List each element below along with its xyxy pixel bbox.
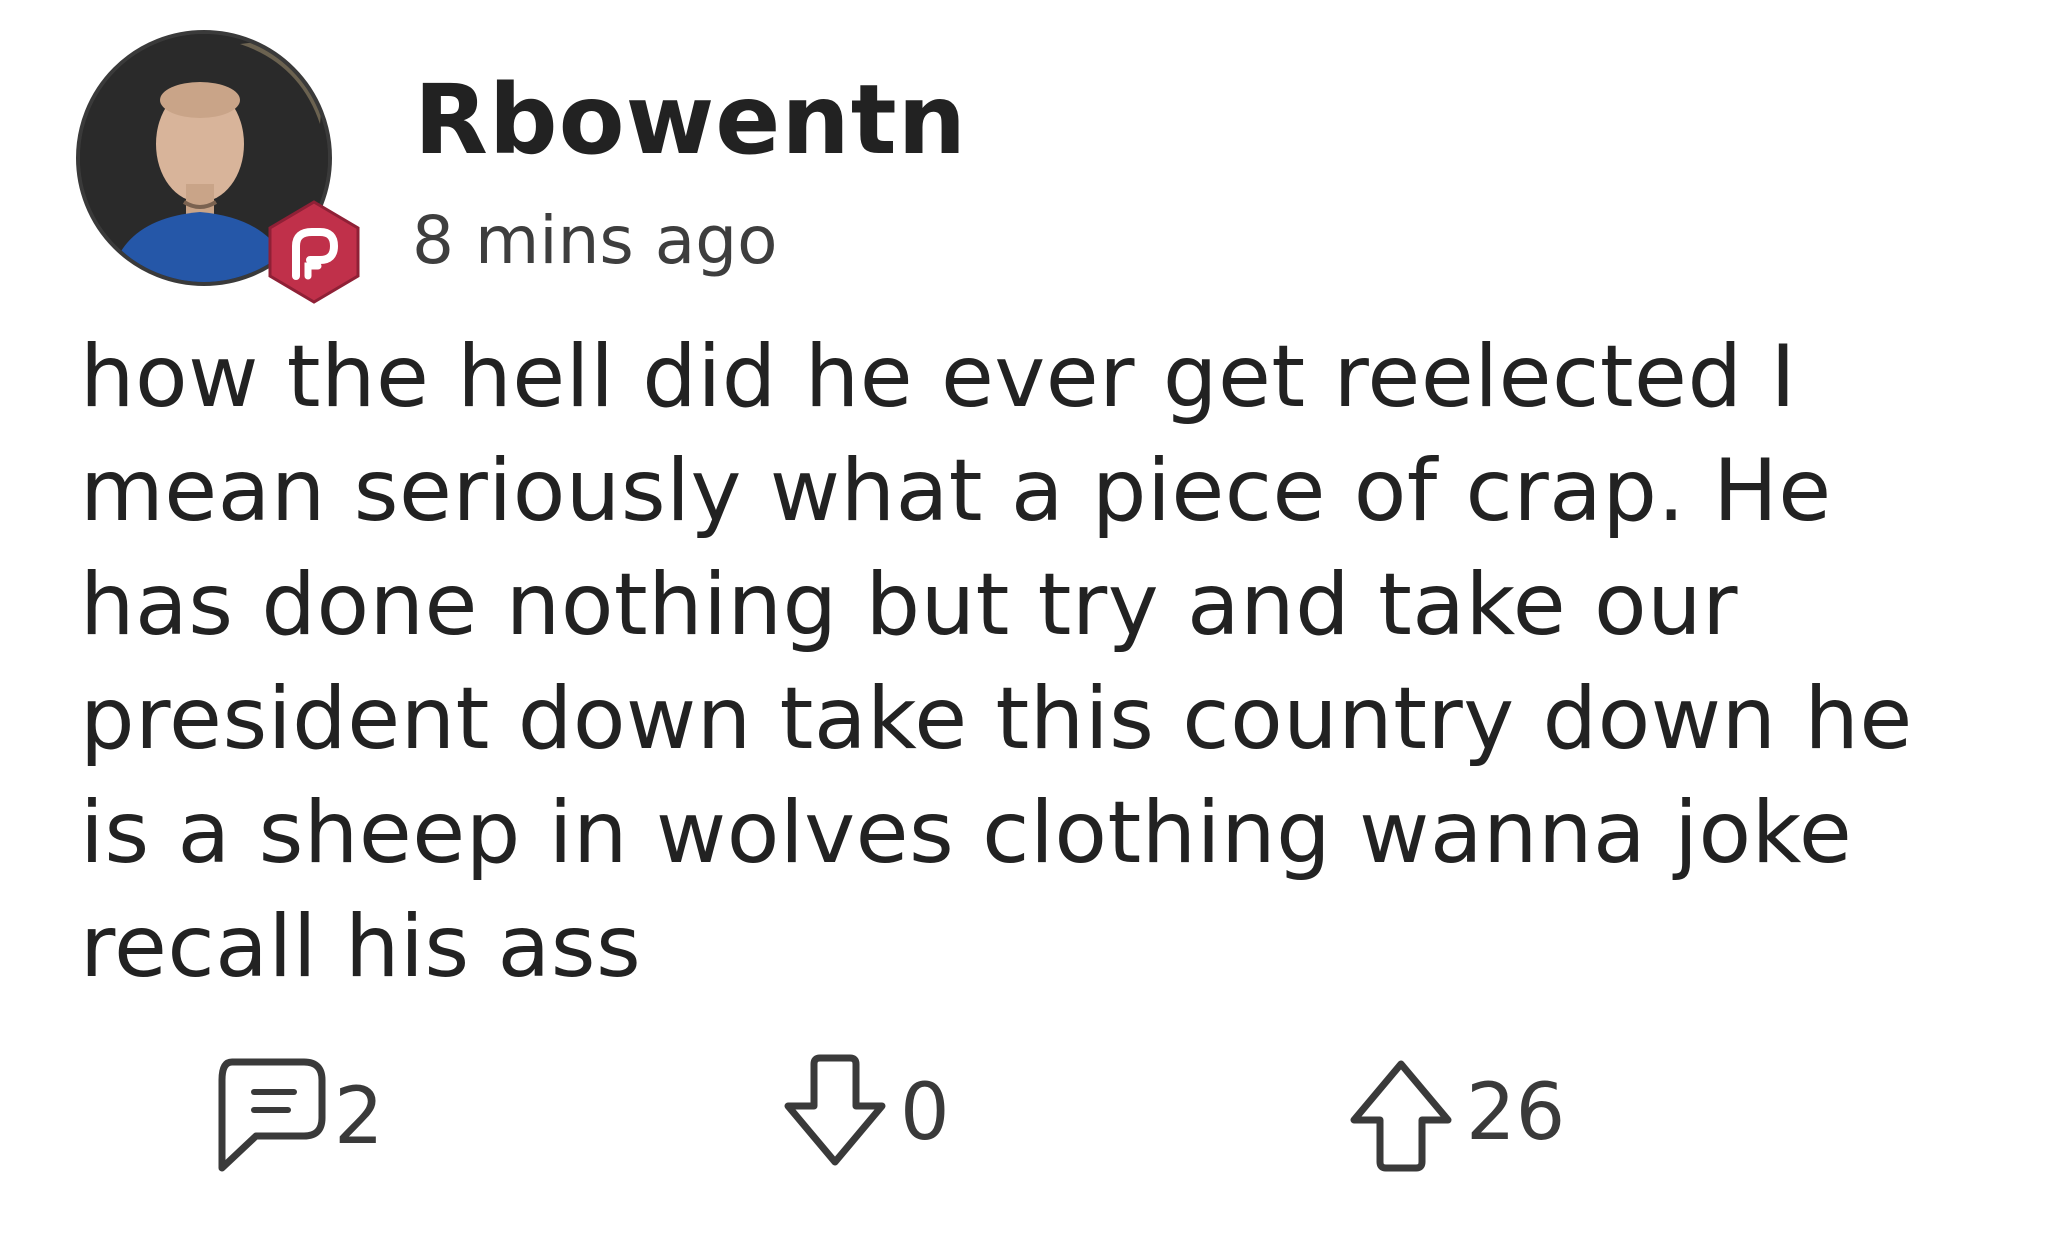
upvote-button[interactable]: 26 [1336,1048,1565,1178]
post-body-line: president down take this country down he [80,669,1913,769]
arrow-up-icon [1350,1060,1452,1172]
downvote-count: 0 [900,1068,950,1158]
post-body-line: how the hell did he ever get reelected I [80,327,1797,427]
downvote-button[interactable]: 0 [770,1048,950,1178]
username[interactable]: Rbowentn [414,72,967,168]
parler-logo-icon [262,200,366,304]
post-body: how the hell did he ever get reelected I… [80,320,2040,1004]
post-card: Rbowentn 8 mins ago how the hell did he … [0,0,2048,1244]
post-body-line: is a sheep in wolves clothing wanna joke [80,783,1853,883]
post-timestamp: 8 mins ago [412,202,778,279]
post-actions: 2 0 26 [0,1048,2048,1198]
avatar-container[interactable] [76,30,360,304]
post-body-line: recall his ass [80,897,642,997]
comment-button[interactable]: 2 [204,1052,384,1182]
post-body-line: mean seriously what a piece of crap. He [80,441,1832,541]
post-body-line: has done nothing but try and take our [80,555,1738,655]
comment-icon [218,1058,326,1172]
upvote-count: 26 [1466,1068,1566,1158]
arrow-down-icon [784,1054,886,1166]
comment-count: 2 [334,1072,384,1162]
